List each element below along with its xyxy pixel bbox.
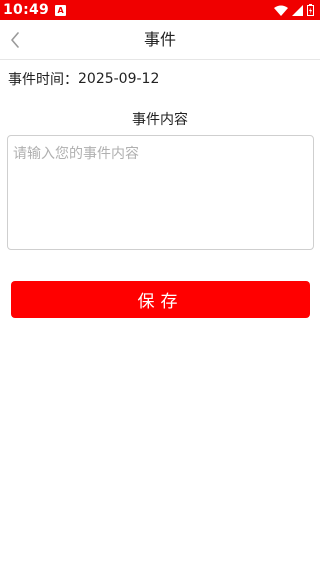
event-time-label: 事件时间：: [8, 72, 78, 88]
event-time-row: 事件时间： 2025-09-12: [8, 69, 159, 89]
nav-bar: 事件: [0, 20, 320, 60]
status-right: [274, 4, 314, 16]
event-time-value: 2025-09-12: [78, 71, 160, 87]
status-left: 10:49 A: [3, 2, 67, 18]
event-content-input[interactable]: [7, 135, 314, 250]
status-bar: 10:49 A: [0, 0, 320, 20]
back-button[interactable]: [0, 20, 30, 60]
save-button[interactable]: 保存: [11, 281, 310, 318]
wifi-icon: [274, 5, 288, 16]
page-title: 事件: [143, 30, 176, 49]
battery-icon: [307, 4, 314, 16]
status-time: 10:49: [3, 2, 50, 18]
cell-signal-icon: [292, 4, 303, 16]
chevron-left-icon: [11, 32, 19, 48]
notification-app-icon: A: [55, 4, 67, 16]
event-content-label: 事件内容: [132, 112, 188, 128]
